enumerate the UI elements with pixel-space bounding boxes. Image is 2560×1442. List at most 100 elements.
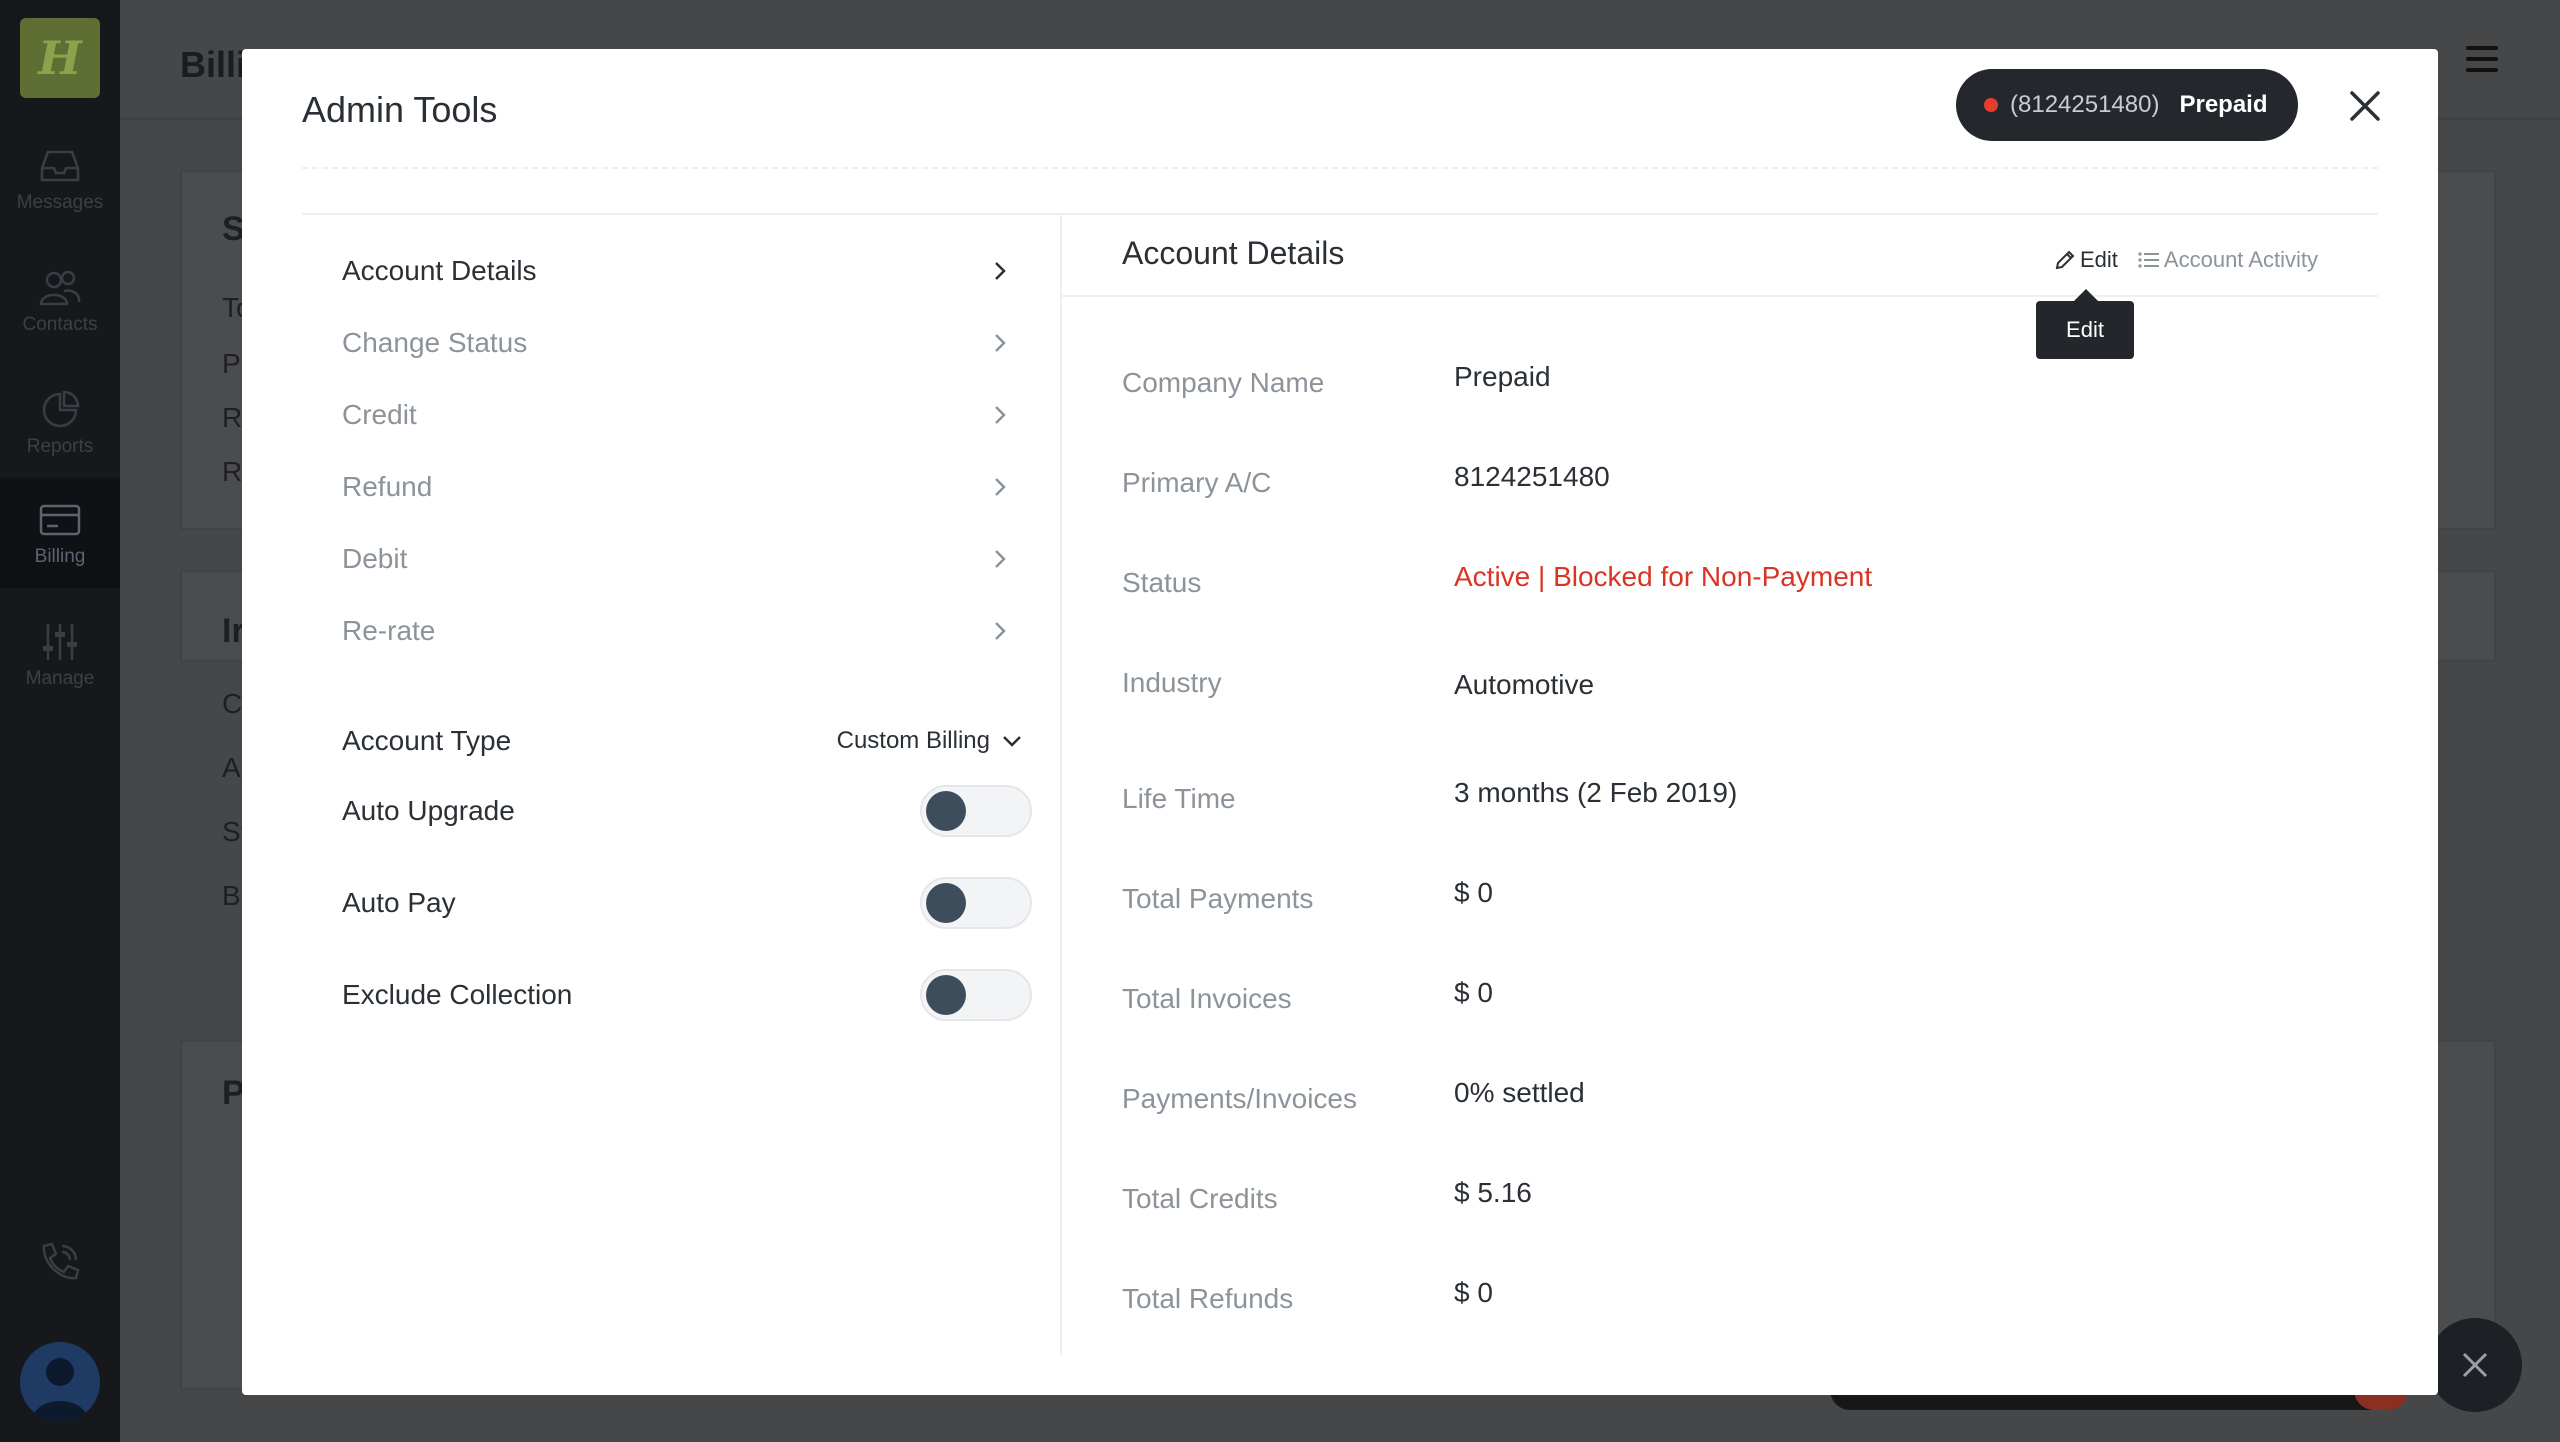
close-icon[interactable] bbox=[2348, 89, 2382, 123]
field-value-industry: Automotive bbox=[1454, 669, 1595, 700]
details-actions: Edit Account Activity bbox=[2054, 247, 2318, 273]
background-text: C bbox=[222, 688, 243, 719]
field-value-primary-ac: 8124251480 bbox=[1454, 461, 1610, 492]
user-icon bbox=[32, 1358, 88, 1422]
account-badge-number: (8124251480) bbox=[2010, 91, 2160, 118]
list-icon bbox=[2138, 252, 2159, 268]
field-value-payments-invoices: 0% settled bbox=[1454, 1077, 1585, 1108]
nav-messages-label: Messages bbox=[16, 192, 104, 213]
field-label-life-time: Life Time bbox=[1122, 783, 1236, 814]
menu-item-label: Change Status bbox=[342, 327, 528, 358]
menu-item-label: Account Details bbox=[342, 255, 537, 286]
field-value-life-time: 3 months (2 Feb 2019) bbox=[1454, 777, 1738, 808]
background-text: A bbox=[222, 752, 241, 783]
field-value-total-credits: $ 5.16 bbox=[1454, 1177, 1532, 1208]
exclude-collection-toggle[interactable] bbox=[920, 969, 1032, 1021]
account-badge-plan: Prepaid bbox=[2179, 91, 2268, 118]
chevron-right-icon bbox=[995, 334, 1006, 352]
menu-item-refund[interactable]: Refund bbox=[342, 465, 1022, 509]
chat-close-button[interactable] bbox=[2428, 1318, 2522, 1412]
field-label-total-payments: Total Payments bbox=[1122, 883, 1314, 914]
field-label-industry: Industry bbox=[1122, 667, 1222, 698]
menu-item-credit[interactable]: Credit bbox=[342, 393, 1022, 437]
toggle-row-auto-upgrade: Auto Upgrade bbox=[342, 785, 1032, 837]
account-type-value: Custom Billing bbox=[836, 727, 990, 754]
field-value-status: Active | Blocked for Non-Payment bbox=[1454, 561, 1873, 592]
details-divider bbox=[1062, 295, 2378, 297]
modal-title: Admin Tools bbox=[302, 89, 498, 130]
account-type-row: Account Type Custom Billing bbox=[342, 725, 1022, 757]
pencil-icon bbox=[2055, 250, 2075, 270]
account-activity-label: Account Activity bbox=[2163, 247, 2318, 272]
toggle-knob bbox=[926, 883, 966, 923]
field-label-total-credits: Total Credits bbox=[1122, 1183, 1278, 1214]
toggle-row-exclude-collection: Exclude Collection bbox=[342, 969, 1032, 1021]
app-logo: H bbox=[20, 18, 100, 98]
hamburger-menu-icon[interactable] bbox=[2466, 46, 2498, 79]
field-value-total-payments: $ 0 bbox=[1454, 877, 1493, 908]
field-label-total-invoices: Total Invoices bbox=[1122, 983, 1292, 1014]
close-icon bbox=[2462, 1352, 2488, 1378]
nav-reports-label: Reports bbox=[26, 436, 94, 457]
nav-manage-label: Manage bbox=[25, 668, 95, 689]
inbox-icon bbox=[40, 150, 80, 182]
nav-billing[interactable]: Billing bbox=[0, 478, 120, 588]
account-badge: (8124251480) Prepaid bbox=[1956, 69, 2298, 141]
account-type-dropdown[interactable]: Custom Billing bbox=[837, 727, 1022, 755]
auto-upgrade-toggle[interactable] bbox=[920, 785, 1032, 837]
nav-messages[interactable]: Messages bbox=[0, 146, 120, 218]
chevron-right-icon bbox=[995, 406, 1006, 424]
toggle-label: Exclude Collection bbox=[342, 979, 573, 1010]
field-value-company-name: Prepaid bbox=[1454, 361, 1551, 392]
menu-item-account-details[interactable]: Account Details bbox=[342, 249, 1022, 293]
field-label-payments-invoices: Payments/Invoices bbox=[1122, 1083, 1357, 1114]
menu-item-label: Re-rate bbox=[342, 615, 436, 646]
toggle-knob bbox=[926, 791, 966, 831]
details-title: Account Details bbox=[1122, 235, 1345, 271]
chevron-right-icon bbox=[995, 478, 1006, 496]
menu-item-debit[interactable]: Debit bbox=[342, 537, 1022, 581]
admin-tools-modal: Admin Tools (8124251480) Prepaid Account… bbox=[242, 49, 2438, 1395]
toggle-knob bbox=[926, 975, 966, 1015]
edit-tooltip: Edit bbox=[2036, 289, 2134, 359]
nav-billing-label: Billing bbox=[34, 546, 86, 567]
menu-item-label: Refund bbox=[342, 471, 433, 502]
auto-pay-toggle[interactable] bbox=[920, 877, 1032, 929]
account-activity-button[interactable]: Account Activity bbox=[2138, 247, 2318, 273]
nav-reports[interactable]: Reports bbox=[0, 390, 120, 462]
sliders-icon bbox=[43, 624, 77, 660]
app-sidebar: H Messages Contacts Reports Billing Mana… bbox=[0, 0, 120, 1442]
chevron-right-icon bbox=[995, 622, 1006, 640]
phone-call-icon[interactable] bbox=[36, 1240, 82, 1286]
account-type-label: Account Type bbox=[342, 725, 512, 756]
chevron-right-icon bbox=[995, 262, 1006, 280]
field-value-total-invoices: $ 0 bbox=[1454, 977, 1493, 1008]
field-label-status: Status bbox=[1122, 567, 1202, 598]
nav-contacts[interactable]: Contacts bbox=[0, 268, 120, 340]
status-dot bbox=[1984, 98, 1998, 112]
background-page-title: Billi bbox=[180, 44, 247, 85]
menu-item-change-status[interactable]: Change Status bbox=[342, 321, 1022, 365]
field-label-company-name: Company Name bbox=[1122, 367, 1325, 398]
toggle-label: Auto Upgrade bbox=[342, 795, 515, 826]
menu-item-label: Credit bbox=[342, 399, 417, 430]
edit-label: Edit bbox=[2080, 247, 2118, 272]
nav-contacts-label: Contacts bbox=[22, 314, 98, 335]
toggle-label: Auto Pay bbox=[342, 887, 456, 918]
chevron-down-icon bbox=[1003, 736, 1021, 747]
tooltip-arrow bbox=[2074, 289, 2098, 301]
panel-split-divider bbox=[1060, 215, 1062, 1355]
toggle-row-auto-pay: Auto Pay bbox=[342, 877, 1032, 929]
pie-chart-icon bbox=[42, 390, 80, 428]
user-avatar[interactable] bbox=[20, 1342, 100, 1422]
chevron-right-icon bbox=[995, 550, 1006, 568]
contacts-icon bbox=[39, 270, 81, 306]
field-label-primary-ac: Primary A/C bbox=[1122, 467, 1272, 498]
panel-divider bbox=[302, 213, 2378, 215]
nav-manage[interactable]: Manage bbox=[0, 622, 120, 700]
menu-item-re-rate[interactable]: Re-rate bbox=[342, 609, 1022, 653]
tooltip-text: Edit bbox=[2036, 301, 2134, 359]
credit-card-icon bbox=[39, 504, 81, 536]
menu-item-label: Debit bbox=[342, 543, 408, 574]
edit-button[interactable]: Edit bbox=[2054, 247, 2118, 273]
